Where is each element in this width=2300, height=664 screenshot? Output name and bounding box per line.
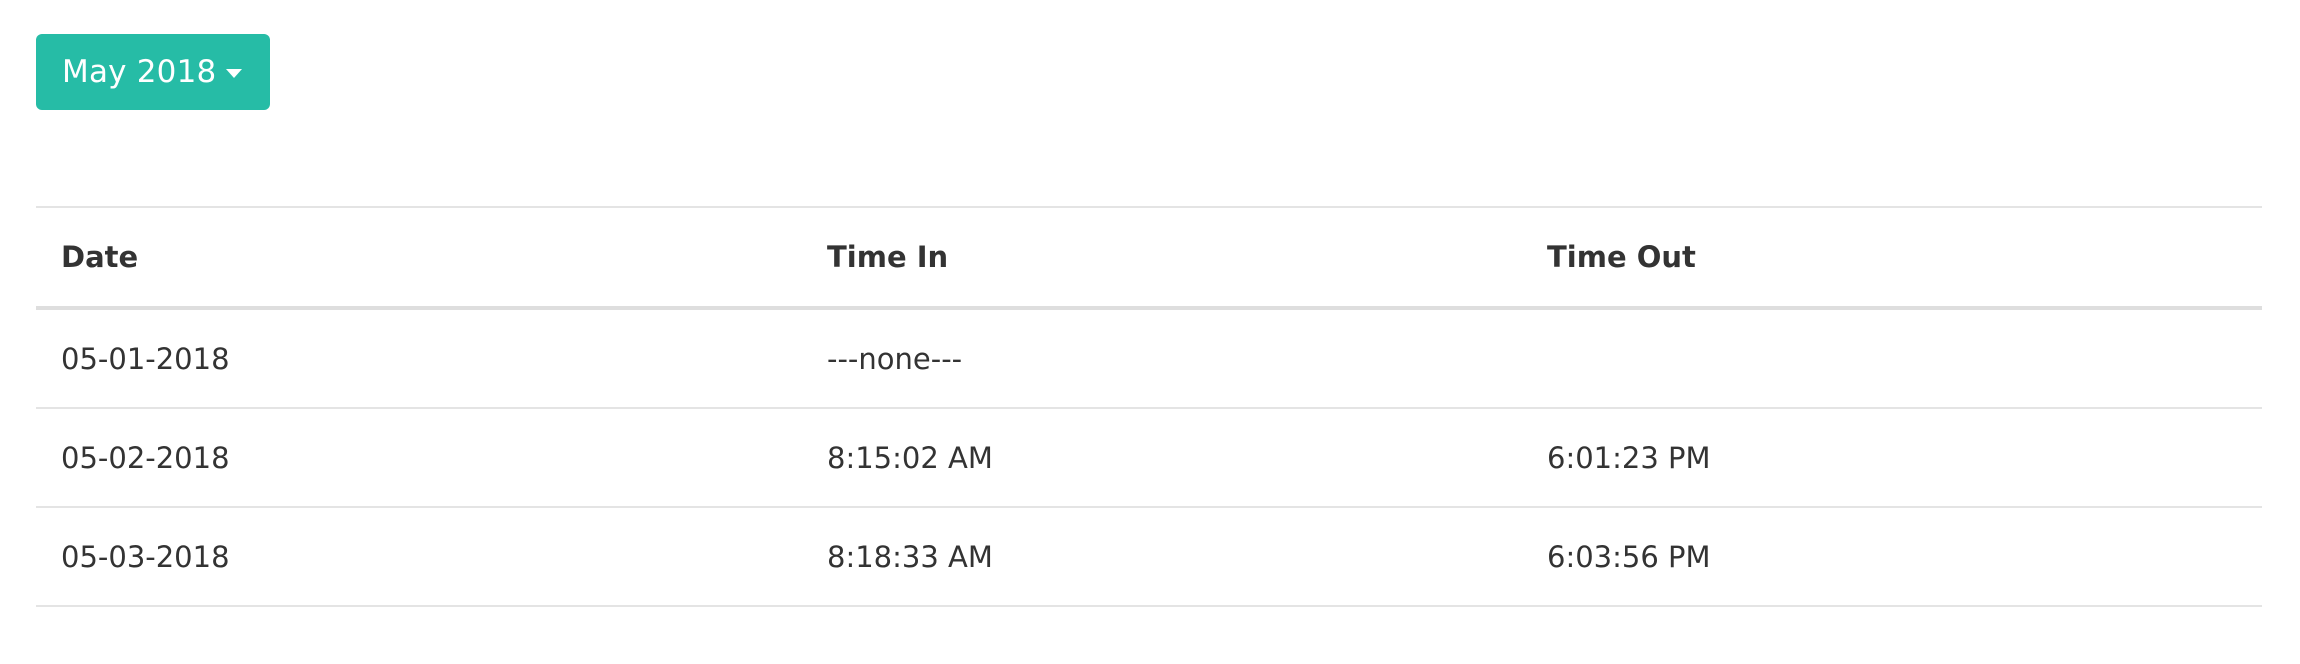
cell-date: 05-01-2018: [36, 308, 802, 409]
month-dropdown-label: May 2018: [62, 54, 217, 90]
cell-time-out: 6:03:56 PM: [1522, 507, 2262, 607]
cell-time-in: 8:18:33 AM: [802, 507, 1522, 607]
cell-time-out: 6:01:23 PM: [1522, 408, 2262, 508]
month-dropdown-button[interactable]: May 2018: [36, 34, 271, 110]
table-body: 05-01-2018 ---none--- 05-02-2018 8:15:02…: [36, 308, 2262, 607]
table-row: 05-03-2018 8:18:33 AM 6:03:56 PM: [36, 507, 2262, 607]
column-header-time-out: Time Out: [1522, 207, 2262, 310]
table-header: Date Time In Time Out: [36, 207, 2262, 310]
column-header-time-in: Time In: [802, 207, 1522, 310]
cell-date: 05-03-2018: [36, 507, 802, 607]
column-header-date: Date: [36, 207, 802, 310]
table-row: 05-02-2018 8:15:02 AM 6:01:23 PM: [36, 408, 2262, 508]
attendance-table-container: Date Time In Time Out 05-01-2018 ---none…: [36, 206, 2262, 607]
attendance-table: Date Time In Time Out 05-01-2018 ---none…: [36, 206, 2262, 607]
cell-date: 05-02-2018: [36, 408, 802, 508]
page: May 2018 Date Time In Time Out 05-01-201…: [0, 0, 2300, 664]
cell-time-in: ---none---: [802, 308, 1522, 409]
table-header-row: Date Time In Time Out: [36, 207, 2262, 310]
cell-time-out: [1522, 308, 2262, 409]
caret-down-icon: [226, 68, 243, 78]
cell-time-in: 8:15:02 AM: [802, 408, 1522, 508]
table-row: 05-01-2018 ---none---: [36, 308, 2262, 409]
